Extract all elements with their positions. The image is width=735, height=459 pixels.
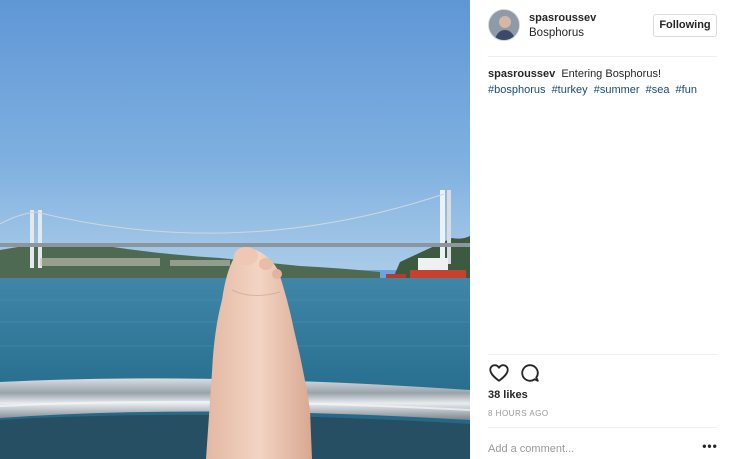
- header-divider: [488, 56, 717, 57]
- post-timestamp: 8 HOURS AGO: [488, 409, 549, 418]
- caption-text: Entering Bosphorus!: [561, 68, 661, 80]
- hashtag-turkey[interactable]: #turkey: [552, 84, 588, 96]
- heart-icon[interactable]: [488, 362, 510, 384]
- post-location[interactable]: Bosphorus: [529, 27, 584, 39]
- caption-username[interactable]: spasroussev: [488, 68, 555, 80]
- avatar[interactable]: [488, 9, 520, 41]
- hashtag-bosphorus[interactable]: #bosphorus: [488, 84, 546, 96]
- actions-divider: [488, 354, 717, 355]
- post-caption: spasroussev Entering Bosphorus! #bosphor…: [488, 66, 720, 98]
- avatar-image: [489, 10, 519, 40]
- post-header: spasroussev Bosphorus Following: [470, 0, 735, 56]
- more-options-icon[interactable]: •••: [701, 440, 719, 454]
- like-count[interactable]: 38 likes: [488, 389, 528, 401]
- hashtag-sea[interactable]: #sea: [646, 84, 670, 96]
- comment-icon[interactable]: [519, 362, 541, 384]
- bosphorus-photo: [0, 0, 470, 459]
- add-comment-input[interactable]: [488, 441, 688, 457]
- post-username[interactable]: spasroussev: [529, 12, 596, 24]
- comment-divider: [488, 427, 717, 428]
- post-photo[interactable]: [0, 0, 470, 459]
- post-details-panel: spasroussev Bosphorus Following spasrous…: [470, 0, 735, 459]
- hashtag-summer[interactable]: #summer: [594, 84, 640, 96]
- hashtag-fun[interactable]: #fun: [676, 84, 697, 96]
- following-button[interactable]: Following: [653, 14, 717, 37]
